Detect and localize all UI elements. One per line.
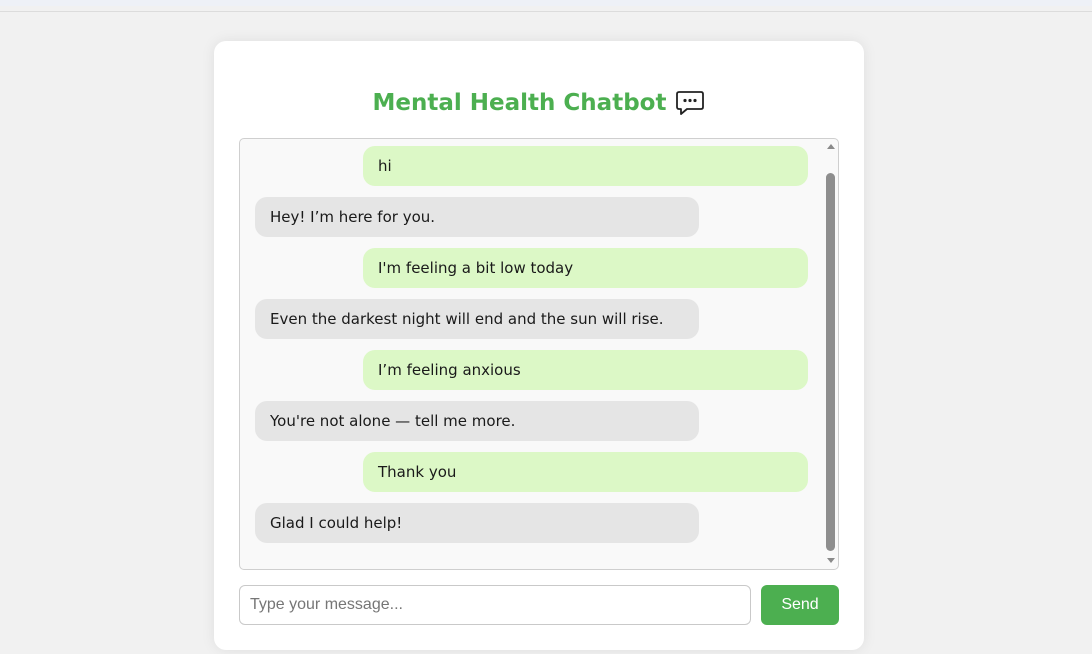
title-row: Mental Health Chatbot: [214, 90, 864, 116]
bot-message: Glad I could help!: [255, 503, 699, 543]
chat-messages-area[interactable]: hi Hey! I’m here for you. I'm feeling a …: [239, 138, 839, 570]
user-message: I’m feeling anxious: [363, 350, 808, 390]
user-message: Thank you: [363, 452, 808, 492]
scroll-down-arrow-icon[interactable]: [827, 558, 835, 563]
speech-bubble-dots-icon: [675, 90, 705, 116]
user-message: hi: [363, 146, 808, 186]
user-message: I'm feeling a bit low today: [363, 248, 808, 288]
top-divider: [0, 11, 1092, 12]
message-input[interactable]: [239, 585, 751, 625]
chat-scrollbar[interactable]: [824, 140, 838, 568]
page-title: Mental Health Chatbot: [372, 90, 667, 116]
scrollbar-thumb[interactable]: [826, 173, 835, 551]
bot-message: Even the darkest night will end and the …: [255, 299, 699, 339]
bot-message: You're not alone — tell me more.: [255, 401, 699, 441]
bot-message: Hey! I’m here for you.: [255, 197, 699, 237]
browser-top-strip: [0, 0, 1092, 6]
scroll-up-arrow-icon[interactable]: [827, 144, 835, 149]
send-button[interactable]: Send: [761, 585, 839, 625]
